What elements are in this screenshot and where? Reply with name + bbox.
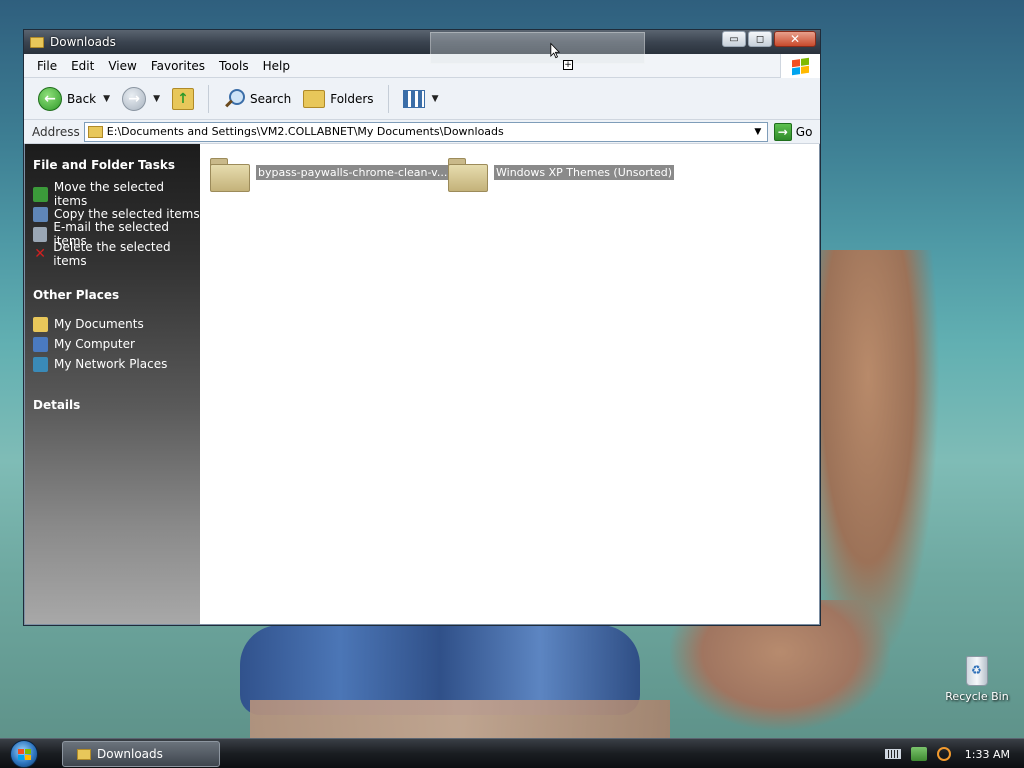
- recycle-bin-icon: [966, 656, 988, 686]
- folder-icon: [210, 154, 250, 192]
- file-name: Windows XP Themes (Unsorted): [494, 164, 675, 180]
- window-controls: ▭ ◻ ✕: [722, 31, 816, 47]
- minimize-button[interactable]: ▭: [722, 31, 746, 47]
- drag-ghost: [430, 32, 645, 64]
- address-label: Address: [32, 124, 80, 139]
- system-tray: 1:33 AM: [884, 739, 1024, 768]
- maximize-button[interactable]: ◻: [748, 31, 772, 47]
- go-arrow-icon: →: [773, 122, 792, 141]
- task-move-label: Move the selected items: [53, 180, 165, 208]
- address-input[interactable]: E:\Documents and Settings\VM2.COLLABNET\…: [83, 121, 768, 142]
- mouse-cursor-icon: [550, 42, 560, 59]
- taskbar-item-label: Downloads: [97, 747, 163, 761]
- window-title: Downloads: [50, 35, 116, 49]
- explorer-window: Downloads ▭ ◻ ✕ File Edit View Favorites…: [23, 29, 821, 626]
- other-places: Other Places My Documents My Computer My…: [33, 288, 200, 374]
- copy-plus-icon: +: [563, 60, 573, 70]
- my-documents-icon: [33, 316, 48, 332]
- views-button[interactable]: ▼: [399, 88, 443, 110]
- recycle-bin-label: Recycle Bin: [945, 690, 1009, 703]
- back-dropdown-icon[interactable]: ▼: [103, 94, 110, 104]
- taskbar: Downloads 1:33 AM: [0, 738, 1024, 768]
- other-places-header[interactable]: Other Places: [33, 288, 200, 302]
- background-legs: [250, 700, 670, 740]
- windows-logo: [780, 54, 820, 78]
- close-button[interactable]: ✕: [774, 31, 816, 47]
- place-my-documents[interactable]: My Documents: [33, 314, 200, 334]
- back-button[interactable]: ← Back ▼: [34, 85, 114, 113]
- views-dropdown-icon: ▼: [431, 93, 439, 104]
- views-icon: [402, 89, 425, 108]
- menu-bar: File Edit View Favorites Tools Help: [24, 54, 820, 78]
- my-computer-icon: [33, 336, 48, 352]
- title-bar[interactable]: Downloads ▭ ◻ ✕: [24, 30, 820, 54]
- go-button[interactable]: → Go: [773, 122, 813, 141]
- keyboard-icon[interactable]: [884, 749, 901, 759]
- address-dropdown-icon[interactable]: ▼: [751, 125, 765, 139]
- taskbar-item-downloads[interactable]: Downloads: [62, 741, 220, 767]
- back-arrow-icon: ←: [38, 86, 62, 111]
- task-copy-label: Copy the selected items: [54, 207, 200, 221]
- start-button[interactable]: [10, 740, 38, 768]
- forward-arrow-icon: →: [122, 86, 147, 111]
- address-path: E:\Documents and Settings\VM2.COLLABNET\…: [106, 125, 504, 138]
- toolbar-separator: [207, 84, 209, 113]
- file-folder-tasks: File and Folder Tasks Move the selected …: [33, 158, 200, 268]
- task-delete-label: Delete the selected items: [53, 240, 171, 268]
- details: Details: [33, 398, 200, 412]
- forward-dropdown-icon[interactable]: ▼: [153, 94, 160, 104]
- folder-icon: [30, 36, 44, 48]
- task-move[interactable]: Move the selected items: [33, 180, 200, 208]
- folders-button[interactable]: Folders: [299, 88, 377, 110]
- file-folder-tasks-header[interactable]: File and Folder Tasks: [33, 158, 200, 172]
- search-icon[interactable]: [936, 747, 951, 761]
- windows-flag-icon: [17, 748, 31, 760]
- menu-help[interactable]: Help: [256, 59, 297, 73]
- windows-flag-icon: [792, 57, 809, 75]
- address-bar: Address E:\Documents and Settings\VM2.CO…: [24, 120, 820, 144]
- toolbar: ← Back ▼ → ▼ ↑ Search Folders ▼: [24, 78, 820, 120]
- folders-label: Folders: [330, 91, 374, 106]
- place-network[interactable]: My Network Places: [33, 354, 200, 374]
- menu-view[interactable]: View: [101, 59, 143, 73]
- file-list[interactable]: bypass-paywalls-chrome-clean-v... Window…: [200, 144, 819, 624]
- network-icon: [33, 356, 48, 372]
- search-label: Search: [249, 91, 292, 106]
- copy-icon: [33, 206, 48, 222]
- place-my-documents-label: My Documents: [54, 317, 144, 331]
- menu-file[interactable]: File: [30, 59, 64, 73]
- search-button[interactable]: Search: [219, 86, 295, 112]
- folder-icon: [87, 125, 103, 138]
- clock[interactable]: 1:33 AM: [965, 748, 1010, 761]
- email-icon: [33, 226, 48, 242]
- recycle-bin[interactable]: Recycle Bin: [944, 656, 1010, 703]
- folder-up-icon: ↑: [171, 87, 194, 110]
- toolbar-separator-2: [387, 84, 389, 113]
- move-icon: [33, 186, 48, 202]
- back-label: Back: [67, 91, 97, 106]
- up-button[interactable]: ↑: [168, 86, 198, 112]
- task-pane: File and Folder Tasks Move the selected …: [25, 144, 200, 624]
- folder-icon: [77, 748, 91, 760]
- search-icon: [223, 88, 245, 110]
- go-label: Go: [795, 124, 813, 139]
- delete-icon: ✕: [34, 245, 46, 262]
- menu-tools[interactable]: Tools: [212, 59, 256, 73]
- file-name: bypass-paywalls-chrome-clean-v...: [256, 164, 450, 180]
- network-status-icon[interactable]: [910, 747, 927, 761]
- file-item-xp-themes[interactable]: Windows XP Themes (Unsorted): [448, 154, 675, 192]
- folder-icon: [448, 154, 488, 192]
- menu-edit[interactable]: Edit: [64, 59, 101, 73]
- details-header[interactable]: Details: [33, 398, 200, 412]
- place-my-computer-label: My Computer: [54, 337, 135, 351]
- file-item-bypass-paywalls[interactable]: bypass-paywalls-chrome-clean-v...: [210, 154, 450, 192]
- folders-icon: [303, 89, 326, 108]
- window-body: File and Folder Tasks Move the selected …: [25, 144, 819, 624]
- place-network-label: My Network Places: [54, 357, 168, 371]
- menu-favorites[interactable]: Favorites: [144, 59, 212, 73]
- task-delete[interactable]: ✕ Delete the selected items: [33, 240, 200, 268]
- forward-button[interactable]: → ▼: [118, 85, 164, 113]
- place-my-computer[interactable]: My Computer: [33, 334, 200, 354]
